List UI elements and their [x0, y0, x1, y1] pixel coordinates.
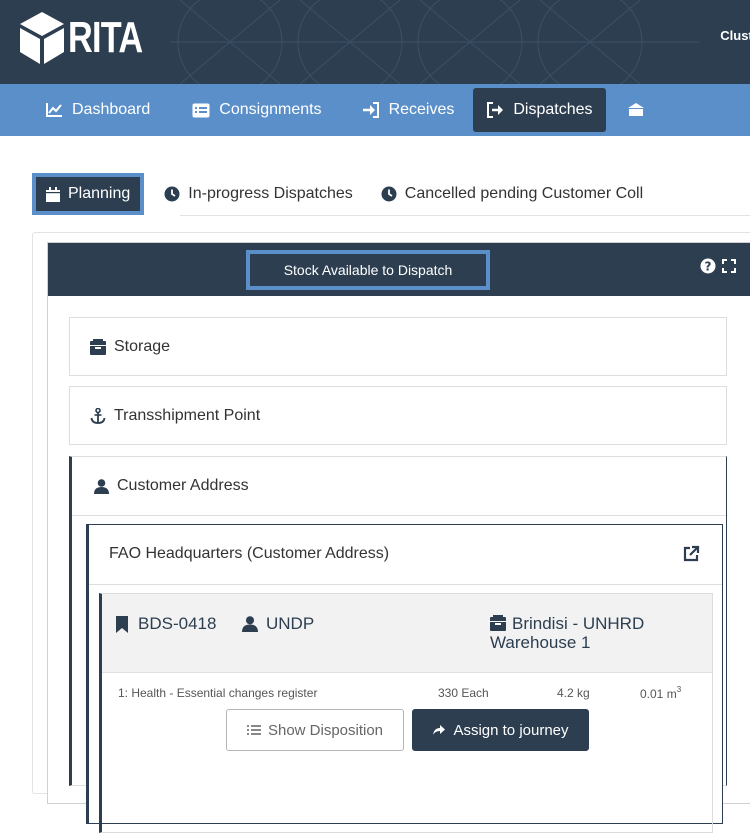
- item-organization: UNDP: [242, 614, 314, 634]
- tab-in-progress[interactable]: In-progress Dispatches: [154, 176, 363, 212]
- rita-logo[interactable]: RITA: [18, 10, 163, 66]
- archive-icon: [90, 339, 106, 355]
- section-label: Transshipment Point: [114, 407, 261, 424]
- nav-item-receives[interactable]: Receives: [349, 88, 468, 132]
- customer-name: FAO Headquarters (Customer Address): [109, 545, 390, 562]
- expand-icon[interactable]: [722, 259, 736, 273]
- logo-text: RITA: [68, 13, 143, 62]
- bookmark-icon: [116, 615, 128, 633]
- dispatch-tabs: Planning In-progress Dispatches Cancelle…: [32, 171, 661, 217]
- item-header: BDS-0418 UNDP Brindisi - UNHRD Warehouse…: [102, 594, 712, 673]
- bank-icon: [627, 103, 644, 116]
- cluster-label[interactable]: Cluste: [720, 28, 750, 43]
- list-icon: [246, 725, 261, 735]
- user-icon: [94, 478, 109, 494]
- tab-label: Planning: [68, 185, 131, 202]
- tab-label: In-progress Dispatches: [188, 185, 353, 202]
- divider: [89, 584, 722, 585]
- line-volume: 0.01 m3: [640, 685, 682, 701]
- item-org-text: UNDP: [266, 614, 315, 633]
- assign-to-journey-button[interactable]: Assign to journey: [412, 709, 589, 751]
- help-icon[interactable]: ?: [700, 258, 716, 274]
- section-customer-address: Customer Address FAO Headquarters (Custo…: [69, 456, 727, 833]
- tab-cancelled[interactable]: Cancelled pending Customer Coll: [371, 176, 653, 212]
- nav-item-dashboard[interactable]: Dashboard: [32, 88, 163, 132]
- item-warehouse-text: Brindisi - UNHRD Warehouse 1: [490, 614, 645, 652]
- panel-tools: ?: [700, 258, 736, 274]
- line-volume-value: 0.01 m: [640, 687, 677, 701]
- sign-in-icon: [362, 102, 379, 118]
- customer-group: FAO Headquarters (Customer Address) BDS-…: [86, 524, 723, 833]
- nav-label: Receives: [388, 101, 455, 118]
- cube-logo-icon: [20, 12, 64, 64]
- nav-label: Dashboard: [72, 101, 151, 118]
- section-label: Customer Address: [117, 477, 249, 494]
- line-volume-exponent: 3: [676, 685, 682, 694]
- show-disposition-button[interactable]: Show Disposition: [226, 709, 404, 751]
- external-link-icon[interactable]: [682, 545, 700, 563]
- item-actions: Show Disposition Assign to journey: [102, 709, 712, 753]
- item-id-text: BDS-0418: [138, 614, 217, 633]
- sign-out-icon: [487, 102, 504, 118]
- clock-icon: [164, 186, 180, 202]
- line-weight: 4.2 kg: [557, 686, 590, 700]
- nav-label: Dispatches: [513, 101, 593, 118]
- customer-group-header[interactable]: FAO Headquarters (Customer Address): [89, 525, 722, 583]
- anchor-icon: [90, 407, 106, 424]
- panel-header: Stock Available to Dispatch ?: [48, 243, 750, 296]
- svg-text:?: ?: [705, 260, 712, 274]
- archive-icon: [490, 615, 506, 631]
- dispatch-item: BDS-0418 UNDP Brindisi - UNHRD Warehouse…: [99, 593, 713, 833]
- nav-label: Consignments: [219, 101, 322, 118]
- panel-title[interactable]: Stock Available to Dispatch: [246, 250, 490, 290]
- line-quantity: 330 Each: [438, 686, 489, 700]
- tab-label: Cancelled pending Customer Coll: [404, 185, 644, 202]
- list-icon: [192, 103, 210, 117]
- nav-item-dispatches[interactable]: Dispatches: [473, 88, 606, 132]
- section-transshipment[interactable]: Transshipment Point: [69, 386, 727, 445]
- nav-item-partial[interactable]: [606, 88, 666, 132]
- item-id[interactable]: BDS-0418: [116, 614, 216, 634]
- calendar-icon: [46, 186, 60, 202]
- tab-planning[interactable]: Planning: [36, 177, 141, 211]
- customer-address-header[interactable]: Customer Address: [72, 457, 726, 515]
- line-description: 1: Health - Essential changes register: [118, 686, 318, 700]
- main-nav: Dashboard Consignments Receives Dispatch…: [0, 84, 750, 136]
- tabs-divider: [180, 215, 750, 216]
- button-label: Assign to journey: [453, 721, 569, 739]
- user-icon: [242, 616, 258, 632]
- chart-line-icon: [46, 103, 62, 117]
- divider: [72, 515, 726, 516]
- share-icon: [433, 725, 446, 735]
- button-label: Show Disposition: [267, 721, 384, 739]
- clock-icon: [381, 186, 397, 202]
- app-header: RITA Cluste: [0, 0, 750, 84]
- section-storage[interactable]: Storage: [69, 317, 727, 376]
- item-warehouse: Brindisi - UNHRD Warehouse 1: [490, 614, 690, 652]
- nav-item-consignments[interactable]: Consignments: [179, 88, 334, 132]
- section-label: Storage: [114, 338, 171, 355]
